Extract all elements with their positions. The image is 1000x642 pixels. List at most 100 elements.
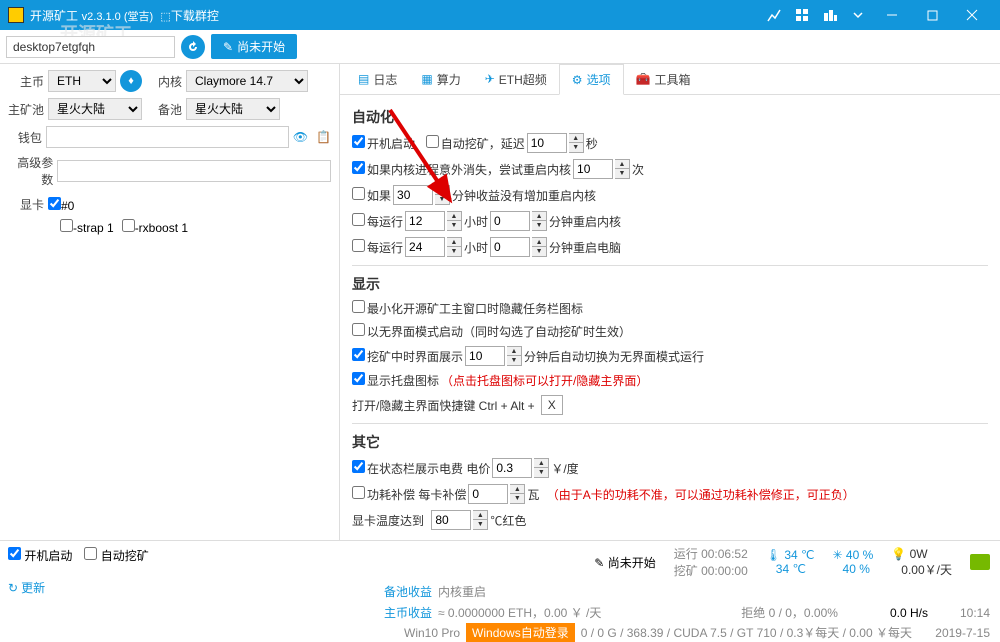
tab-toolbox[interactable]: 🧰工具箱 (624, 64, 703, 94)
update-button[interactable]: ↻更新 (8, 579, 45, 596)
options-tab-content: 自动化 开机启动 自动挖矿，延迟 ▲▼ 秒 如果内核进程意外消失，尝试重启内核 … (340, 95, 1000, 540)
spinner[interactable]: ▲▼ (532, 211, 547, 231)
tab-log[interactable]: ▤日志 (346, 64, 409, 94)
status-bar: 开机启动 自动挖矿 ↻更新 ✎ 尚未开始 运行 00:06:52挖矿 00:00… (0, 540, 1000, 600)
spinner[interactable]: ▲▼ (447, 237, 462, 257)
start-mining-button[interactable]: ✎ 尚未开始 (211, 34, 297, 59)
power-text: 💡 0W 0.00￥/天 (891, 547, 952, 578)
nvidia-icon (970, 554, 990, 570)
title-bar: 开源矿工 v2.3.1.0 (堂吉) ⬚下载群控 (0, 0, 1000, 30)
spinner[interactable]: ▲▼ (435, 185, 450, 205)
refresh-icon: ↻ (8, 581, 18, 595)
hostname-input[interactable] (6, 36, 175, 58)
clipboard-icon[interactable]: 📋 (316, 130, 331, 144)
minimize-button[interactable] (872, 0, 912, 30)
spinner[interactable]: ▲▼ (507, 346, 522, 366)
hotkey-label: 打开/隐藏主界面快捷键 Ctrl + Alt + (352, 397, 535, 414)
tab-bar: ▤日志 ▦算力 ✈ETH超频 ⚙选项 🧰工具箱 (340, 64, 1000, 95)
runtime-text: 运行 00:06:52挖矿 00:00:00 (674, 545, 748, 579)
power-offset-input[interactable] (468, 484, 508, 504)
restart-pc-hours-input[interactable] (405, 237, 445, 257)
download-groupctl-link[interactable]: ⬚下载群控 (160, 11, 218, 23)
tray-icon-checkbox[interactable]: 显示托盘图标 (352, 372, 439, 389)
mining-ui-minutes-input[interactable] (465, 346, 505, 366)
gpu-label: 显卡 (8, 196, 44, 213)
tab-options[interactable]: ⚙选项 (559, 64, 624, 95)
app-logo-icon (8, 7, 24, 23)
kernel-select[interactable]: Claymore 14.7 (186, 70, 308, 92)
backup-pool-label: 备池收益 (384, 583, 432, 600)
os-text: Win10 Pro (404, 626, 460, 640)
hashrate-text: 0.0 H/s (890, 606, 928, 620)
gpu0-checkbox[interactable]: #0 (48, 197, 74, 213)
periodic-restart-kernel-checkbox[interactable]: 每运行 (352, 213, 403, 230)
auto-mine-delay-input[interactable] (527, 133, 567, 153)
spinner[interactable]: ▲▼ (569, 133, 584, 153)
no-profit-restart-checkbox[interactable]: 如果 (352, 187, 391, 204)
buildings-icon[interactable] (816, 0, 844, 30)
coin-icon[interactable]: ♦ (120, 70, 142, 92)
spinner[interactable]: ▲▼ (473, 510, 488, 530)
restart-kernel-mins-input[interactable] (490, 211, 530, 231)
coin-select[interactable]: ETH (48, 70, 116, 92)
temperature-text: 🌡 34 ℃ 34 ℃ (766, 548, 815, 576)
section-automation: 自动化 (352, 107, 988, 127)
backpool-select[interactable]: 星火大陆 (186, 98, 280, 120)
kernel-crash-checkbox[interactable]: 如果内核进程意外消失，尝试重启内核 (352, 161, 571, 178)
headless-start-checkbox[interactable]: 以无界面模式启动（同时勾选了自动挖矿时生效） (352, 323, 631, 340)
maximize-button[interactable] (912, 0, 952, 30)
section-display: 显示 (352, 274, 988, 294)
kernel-restart-label: 内核重启 (438, 583, 486, 600)
advparam-label: 高级参数 (8, 154, 53, 188)
kernel-crash-retry-input[interactable] (573, 159, 613, 179)
elec-price-input[interactable] (492, 458, 532, 478)
mainpool-select[interactable]: 星火大陆 (48, 98, 142, 120)
strap-checkbox[interactable]: -strap 1 (60, 219, 114, 235)
grid-icon[interactable] (788, 0, 816, 30)
tray-note: （点击托盘图标可以打开/隐藏主界面） (441, 372, 648, 389)
chart-icon[interactable] (760, 0, 788, 30)
auto-login-badge[interactable]: Windows自动登录 (466, 623, 575, 642)
restart-pc-mins-input[interactable] (490, 237, 530, 257)
date-text: 2019-7-15 (935, 626, 990, 640)
close-button[interactable] (952, 0, 992, 30)
spinner[interactable]: ▲▼ (532, 237, 547, 257)
wallet-label: 钱包 (8, 129, 42, 146)
mining-ui-show-checkbox[interactable]: 挖矿中时界面展示 (352, 348, 463, 365)
wallet-input[interactable] (46, 126, 289, 148)
no-profit-minutes-input[interactable] (393, 185, 433, 205)
footer-auto-mine-checkbox[interactable]: 自动挖矿 (84, 547, 148, 564)
boot-start-checkbox[interactable]: 开机启动 (352, 135, 415, 152)
tab-overclock[interactable]: ✈ETH超频 (473, 64, 559, 94)
gpu-temp-input[interactable] (431, 510, 471, 530)
rxboost-checkbox[interactable]: -rxboost 1 (122, 219, 188, 235)
advparam-input[interactable] (57, 160, 331, 182)
dropdown-caret-icon[interactable] (844, 0, 872, 30)
eye-icon[interactable]: 👁 (293, 130, 308, 144)
gpu-temp-label: 显卡温度达到 (352, 512, 424, 529)
restart-kernel-hours-input[interactable] (405, 211, 445, 231)
clock-text: 10:14 (960, 606, 990, 620)
footer-boot-start-checkbox[interactable]: 开机启动 (8, 547, 72, 564)
spinner[interactable]: ▲▼ (534, 458, 549, 478)
kernel-label: 内核 (146, 73, 182, 90)
spinner[interactable]: ▲▼ (510, 484, 525, 504)
refresh-icon[interactable] (181, 35, 205, 59)
hotkey-input[interactable]: X (541, 395, 563, 415)
fan-text: ✳ 40 % 40 % (833, 548, 874, 576)
show-elec-checkbox[interactable]: 在状态栏展示电费 电价 (352, 460, 490, 477)
minimize-hide-checkbox[interactable]: 最小化开源矿工主窗口时隐藏任务栏图标 (352, 300, 583, 317)
toolbar: ✎ 尚未开始 (0, 30, 1000, 64)
spinner[interactable]: ▲▼ (615, 159, 630, 179)
power-note: （由于A卡的功耗不准，可以通过功耗补偿修正，可正负） (547, 486, 855, 503)
tab-hashrate[interactable]: ▦算力 (409, 64, 472, 94)
section-other: 其它 (352, 432, 988, 452)
periodic-restart-pc-checkbox[interactable]: 每运行 (352, 239, 403, 256)
spinner[interactable]: ▲▼ (447, 211, 462, 231)
coin-label: 主币 (8, 73, 44, 90)
power-offset-checkbox[interactable]: 功耗补偿 每卡补偿 (352, 486, 466, 503)
auto-mine-checkbox[interactable]: 自动挖矿，延迟 (426, 135, 525, 152)
status-text: ✎ 尚未开始 (594, 554, 655, 571)
main-coin-label: 主币收益 (384, 604, 432, 621)
backpool-label: 备池 (146, 101, 182, 118)
